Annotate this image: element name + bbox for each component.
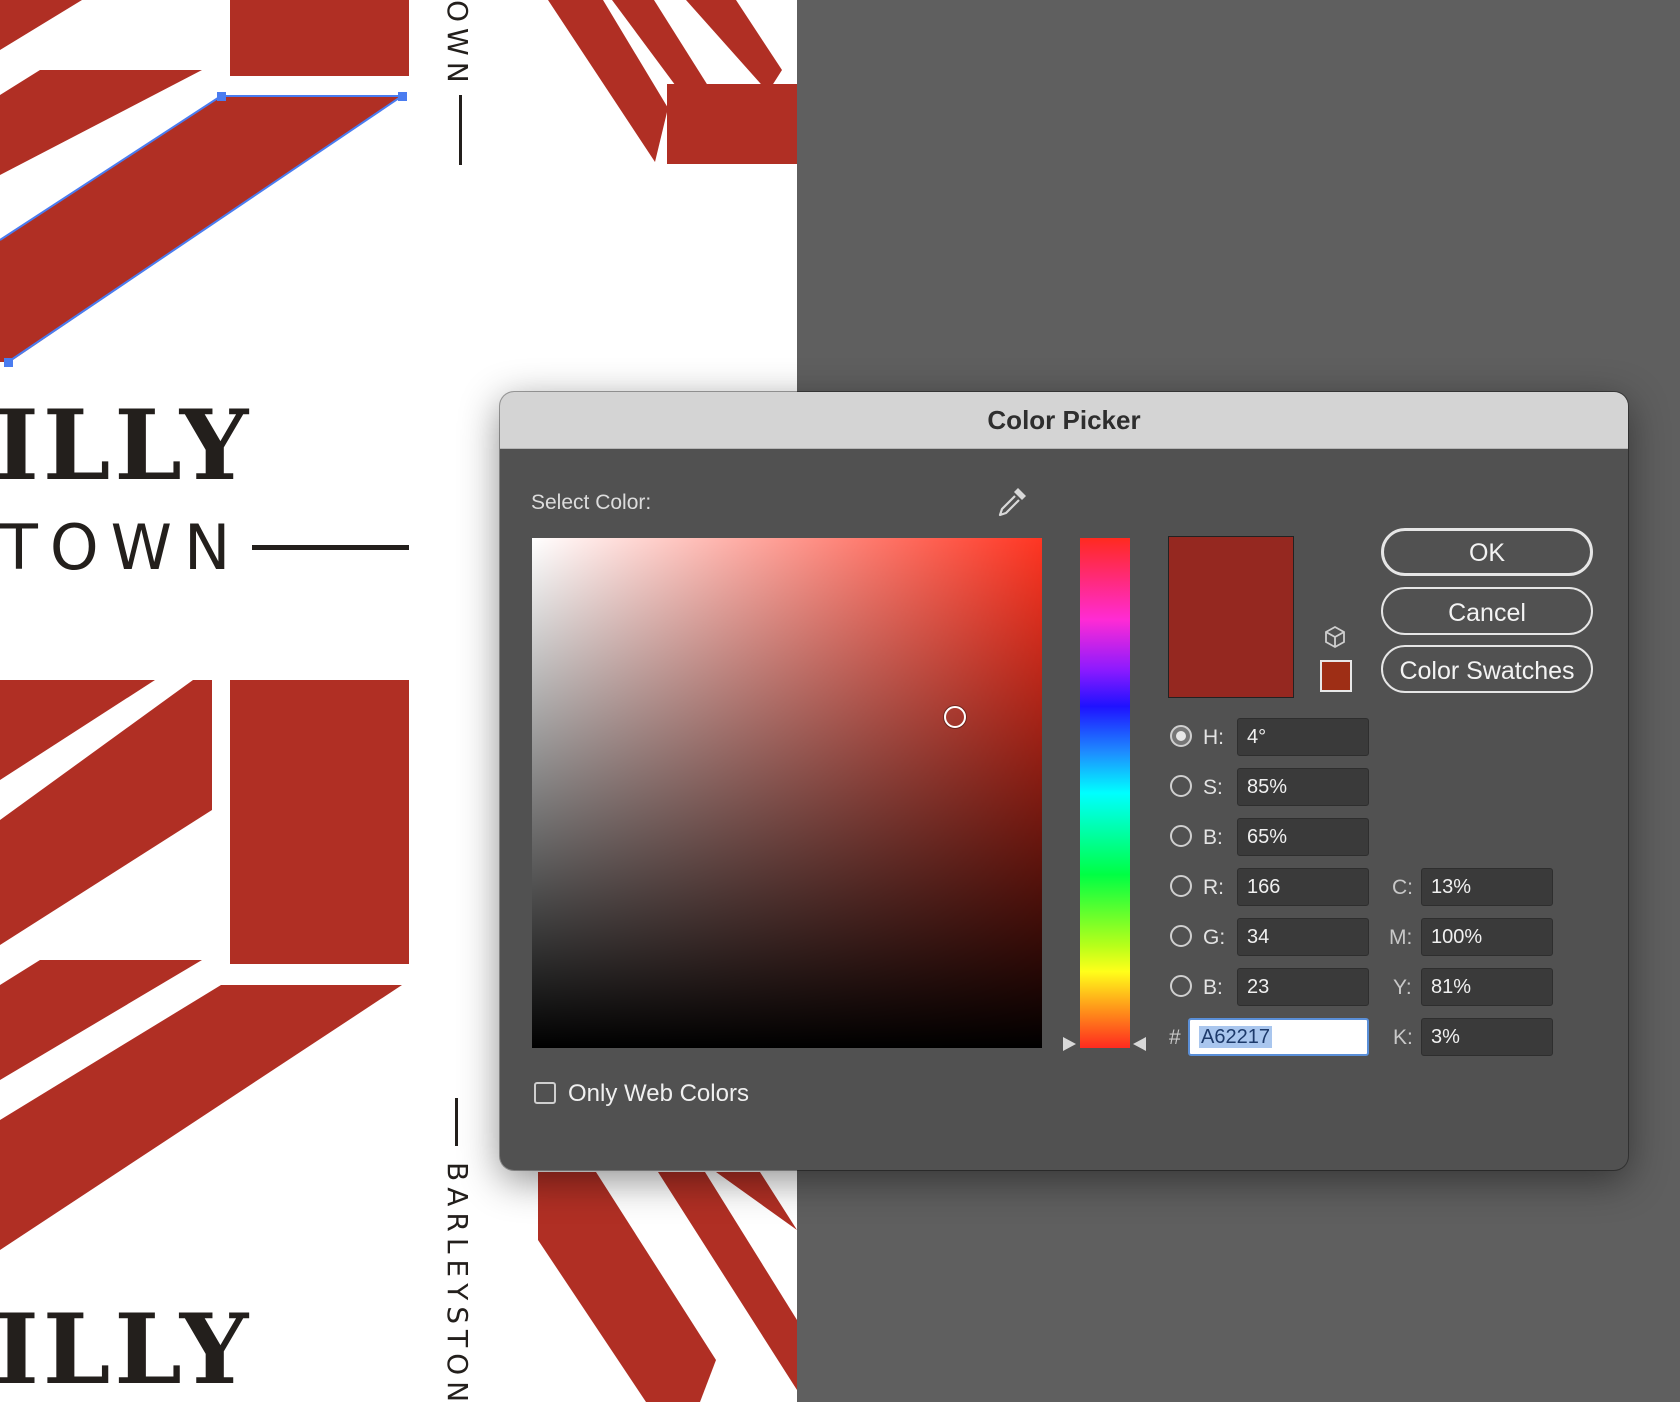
- hue-slider-handle-left[interactable]: [1063, 1037, 1076, 1051]
- brightness-radio[interactable]: [1170, 825, 1192, 847]
- green-radio[interactable]: [1170, 925, 1192, 947]
- green-label: G:: [1203, 926, 1226, 949]
- saturation-field[interactable]: 85%: [1237, 768, 1369, 806]
- black-field[interactable]: 3%: [1421, 1018, 1553, 1056]
- town-label: TOWN: [0, 511, 243, 584]
- cancel-button[interactable]: Cancel: [1381, 587, 1593, 635]
- blue-field[interactable]: 23: [1237, 968, 1369, 1006]
- select-color-label: Select Color:: [531, 491, 652, 514]
- brightness-label: B:: [1203, 826, 1223, 849]
- dialog-titlebar[interactable]: Color Picker: [500, 392, 1628, 449]
- green-field[interactable]: 34: [1237, 918, 1369, 956]
- red-radio[interactable]: [1170, 875, 1192, 897]
- wordmark-top: ILLY: [0, 389, 253, 502]
- only-web-colors-checkbox[interactable]: [534, 1082, 556, 1104]
- stripe-shape: [0, 0, 82, 50]
- yellow-field[interactable]: 81%: [1421, 968, 1553, 1006]
- blue-label: B:: [1203, 976, 1223, 999]
- red-label: R:: [1203, 876, 1224, 899]
- current-color-swatch: [1168, 536, 1294, 698]
- block-shape: [667, 84, 797, 164]
- magenta-field[interactable]: 100%: [1421, 918, 1553, 956]
- saturation-brightness-field[interactable]: [532, 538, 1042, 1048]
- cyan-field[interactable]: 13%: [1421, 868, 1553, 906]
- anchor-point: [4, 358, 13, 367]
- anchor-point: [217, 92, 226, 101]
- black-label: K:: [1393, 1026, 1413, 1049]
- rule-line: [252, 545, 409, 550]
- hue-slider-handle-right[interactable]: [1133, 1037, 1146, 1051]
- only-web-colors-label[interactable]: Only Web Colors: [568, 1080, 749, 1108]
- dialog-title: Color Picker: [987, 405, 1141, 435]
- ok-button[interactable]: OK: [1381, 528, 1593, 576]
- color-picker-dialog: Color Picker Select Color: OK Cancel Col…: [500, 392, 1628, 1170]
- magenta-label: M:: [1389, 926, 1413, 949]
- cube-icon[interactable]: [1322, 624, 1348, 650]
- saturation-radio[interactable]: [1170, 775, 1192, 797]
- block-shape: [230, 0, 409, 76]
- hex-label: #: [1169, 1026, 1181, 1049]
- color-picker-marker[interactable]: [944, 706, 966, 728]
- wordmark-bottom: ILLY: [0, 1293, 253, 1402]
- cyan-label: C:: [1392, 876, 1413, 899]
- hex-value: A62217: [1199, 1026, 1272, 1048]
- hue-slider[interactable]: [1080, 538, 1130, 1048]
- blue-radio[interactable]: [1170, 975, 1192, 997]
- brightness-field[interactable]: 65%: [1237, 818, 1369, 856]
- hue-label: H:: [1203, 726, 1224, 749]
- saturation-label: S:: [1203, 776, 1223, 799]
- red-field[interactable]: 166: [1237, 868, 1369, 906]
- yellow-label: Y:: [1393, 976, 1412, 999]
- rule-line: [455, 1098, 458, 1146]
- vertical-brand-label: BARLEYSTONE: [441, 1162, 474, 1402]
- rule-line: [459, 95, 462, 165]
- web-safe-color-swatch[interactable]: [1320, 660, 1352, 692]
- hue-field[interactable]: 4°: [1237, 718, 1369, 756]
- eyedropper-icon[interactable]: [994, 484, 1030, 520]
- vertical-town-label: OWN: [441, 0, 474, 89]
- hex-field[interactable]: A62217: [1188, 1018, 1369, 1056]
- color-swatches-button[interactable]: Color Swatches: [1381, 645, 1593, 693]
- block-shape: [230, 680, 409, 964]
- anchor-point: [398, 92, 407, 101]
- hue-radio[interactable]: [1170, 725, 1192, 747]
